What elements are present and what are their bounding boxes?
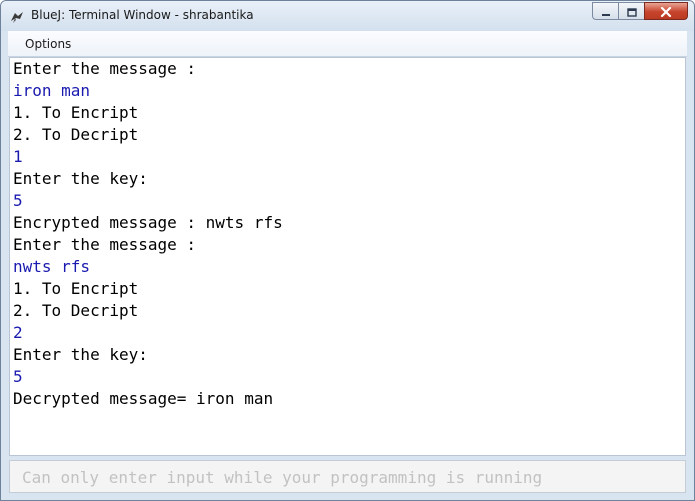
terminal-line: 1	[13, 147, 23, 166]
terminal-line: Enter the message :	[13, 235, 197, 254]
maximize-icon	[626, 2, 637, 21]
terminal-line: iron man	[13, 81, 91, 100]
terminal-line: Enter the key:	[13, 169, 148, 188]
terminal-line: 5	[13, 191, 23, 210]
terminal-line: Encrypted message : nwts rfs	[13, 213, 283, 232]
terminal-line: 1. To Encript	[13, 103, 139, 122]
close-icon	[660, 2, 672, 21]
minimize-icon	[601, 2, 611, 21]
terminal-window: BlueJ: Terminal Window - shrabantika Opt…	[0, 0, 695, 501]
terminal-line: 5	[13, 367, 23, 386]
menu-bar: Options	[8, 31, 687, 57]
terminal-line: Enter the message :	[13, 59, 197, 78]
minimize-button[interactable]	[592, 2, 618, 20]
close-button[interactable]	[644, 2, 688, 20]
terminal-line: 2	[13, 323, 23, 342]
window-title: BlueJ: Terminal Window - shrabantika	[31, 8, 254, 22]
maximize-button[interactable]	[618, 2, 644, 20]
window-controls	[592, 2, 688, 21]
menu-options[interactable]: Options	[25, 37, 71, 51]
terminal-line: nwts rfs	[13, 257, 91, 276]
terminal-line: 2. To Decript	[13, 301, 139, 320]
title-bar[interactable]: BlueJ: Terminal Window - shrabantika	[1, 1, 694, 31]
terminal-input[interactable]: Can only enter input while your programm…	[9, 460, 686, 493]
bluej-bird-icon[interactable]	[9, 9, 25, 25]
terminal-line: Enter the key:	[13, 345, 148, 364]
input-placeholder: Can only enter input while your programm…	[22, 468, 543, 487]
terminal-line: 2. To Decript	[13, 125, 139, 144]
terminal-line: 1. To Encript	[13, 279, 139, 298]
terminal-output[interactable]: Enter the message : iron man 1. To Encri…	[9, 57, 686, 456]
terminal-line: Decrypted message= iron man	[13, 389, 274, 408]
